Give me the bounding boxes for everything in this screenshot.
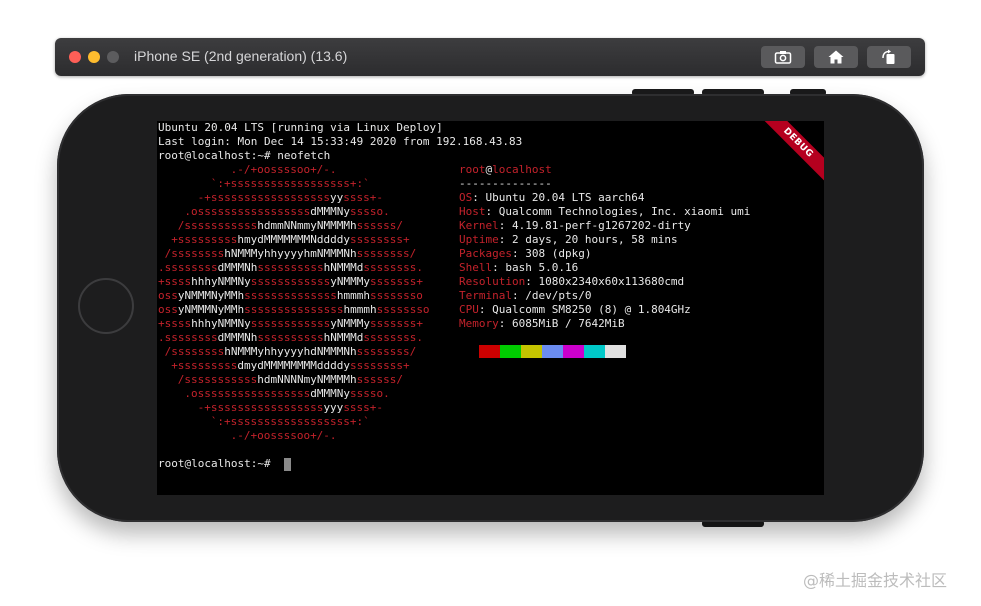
palette-swatch bbox=[563, 345, 584, 358]
info-key: Memory bbox=[459, 317, 499, 330]
ascii-logo-line: -+sssssssssssssssssyyyssss+- bbox=[197, 401, 384, 414]
info-value: 6085MiB / 7642MiB bbox=[512, 317, 625, 330]
ascii-logo-line: .osssssssssssssssssdMMMNysssso. bbox=[184, 387, 390, 400]
terminal-header-line: root@localhost:~# neofetch bbox=[158, 149, 331, 162]
palette-swatch bbox=[584, 345, 605, 358]
info-separator: -------------- bbox=[459, 177, 552, 190]
device-screen[interactable]: Ubuntu 20.04 LTS [running via Linux Depl… bbox=[157, 121, 824, 495]
ascii-logo-line: `:+ssssssssssssssssss+:` bbox=[210, 177, 370, 190]
ascii-logo-line: ossyNMMMNyMMhsssssssssssssshmmmhssssssso bbox=[158, 289, 423, 302]
info-value: 1080x2340x60x113680cmd bbox=[538, 275, 685, 288]
palette-swatch bbox=[500, 345, 521, 358]
ascii-logo-line: +sssshhhyNMMNyssssssssssssyNMMMysssssss+ bbox=[158, 275, 423, 288]
info-key: Packages bbox=[459, 247, 512, 260]
ascii-logo-line: .-/+oossssoo+/-. bbox=[230, 163, 337, 176]
home-button-toolbar[interactable] bbox=[814, 46, 858, 68]
screenshot-icon bbox=[774, 51, 792, 64]
info-row: CPU: Qualcomm SM8250 (8) @ 1.804GHz bbox=[459, 303, 691, 316]
palette-swatch bbox=[605, 345, 626, 358]
simulator-title-bar: iPhone SE (2nd generation) (13.6) bbox=[55, 38, 925, 76]
close-window-button[interactable] bbox=[69, 51, 81, 63]
ascii-logo-line: /sssssssshNMMMyhhyyyyhdNMMMNhssssssss/ bbox=[164, 345, 417, 358]
info-row: Shell: bash 5.0.16 bbox=[459, 261, 579, 274]
screenshot-button[interactable] bbox=[761, 46, 805, 68]
palette-swatch bbox=[542, 345, 563, 358]
info-value: Qualcomm Technologies, Inc. xiaomi umi bbox=[498, 205, 751, 218]
info-row: Packages: 308 (dpkg) bbox=[459, 247, 592, 260]
palette-swatch bbox=[521, 345, 542, 358]
minimize-window-button[interactable] bbox=[88, 51, 100, 63]
rotate-button[interactable] bbox=[867, 46, 911, 68]
info-row: Resolution: 1080x2340x60x113680cmd bbox=[459, 275, 685, 288]
terminal-prompt: root@localhost:~# bbox=[158, 457, 278, 470]
terminal-header-line: Ubuntu 20.04 LTS [running via Linux Depl… bbox=[158, 121, 443, 134]
zoom-window-button[interactable] bbox=[107, 51, 119, 63]
ascii-logo-line: .ssssssssdMMMNhsssssssssshNMMMdssssssss. bbox=[158, 261, 423, 274]
user-host: root@localhost bbox=[459, 163, 552, 176]
info-value: 2 days, 20 hours, 58 mins bbox=[512, 233, 678, 246]
info-key: Shell bbox=[459, 261, 493, 274]
ascii-logo-line: .ssssssssdMMMNhsssssssssshNMMMdssssssss. bbox=[158, 331, 423, 344]
info-row: Uptime: 2 days, 20 hours, 58 mins bbox=[459, 233, 678, 246]
home-icon bbox=[828, 50, 844, 64]
terminal[interactable]: Ubuntu 20.04 LTS [running via Linux Depl… bbox=[158, 121, 822, 495]
info-key: OS bbox=[459, 191, 473, 204]
ascii-logo-line: +sssssssssdmydMMMMMMMMddddyssssssss+ bbox=[171, 359, 410, 372]
ascii-logo-line: .osssssssssssssssssdMMMNysssso. bbox=[184, 205, 390, 218]
ascii-logo-line: `:+ssssssssssssssssss+:` bbox=[210, 415, 370, 428]
info-row: OS: Ubuntu 20.04 LTS aarch64 bbox=[459, 191, 645, 204]
palette-swatch bbox=[479, 345, 500, 358]
ascii-logo-line: ossyNMMMNyMMhssssssssssssssshmmmhsssssss… bbox=[158, 303, 430, 316]
info-key: Resolution bbox=[459, 275, 526, 288]
ascii-logo-line: /ssssssssssshdmmNNmmyNMMMMhssssss/ bbox=[177, 219, 403, 232]
info-row: Terminal: /dev/pts/0 bbox=[459, 289, 592, 302]
info-value: bash 5.0.16 bbox=[505, 261, 579, 274]
ascii-logo-line: +ssssssssshmydMMMMMMMNddddyssssssss+ bbox=[171, 233, 410, 246]
ascii-logo-line: .-/+oossssoo+/-. bbox=[230, 429, 337, 442]
info-key: Terminal bbox=[459, 289, 512, 302]
info-key: Uptime bbox=[459, 233, 499, 246]
terminal-header-line: Last login: Mon Dec 14 15:33:49 2020 fro… bbox=[158, 135, 523, 148]
info-key: CPU bbox=[459, 303, 479, 316]
rotate-icon bbox=[882, 49, 895, 64]
ascii-logo-line: +sssshhhyNMMNyssssssssssssyNMMMysssssss+ bbox=[158, 317, 423, 330]
ascii-logo-line: /ssssssssssshdmNNNNmyNMMMMhssssss/ bbox=[177, 373, 403, 386]
info-row: Kernel: 4.19.81-perf-g1267202-dirty bbox=[459, 219, 691, 232]
info-value: Ubuntu 20.04 LTS aarch64 bbox=[485, 191, 645, 204]
info-key: Host bbox=[459, 205, 486, 218]
info-value: 4.19.81-perf-g1267202-dirty bbox=[512, 219, 691, 232]
watermark: @稀土掘金技术社区 bbox=[803, 571, 948, 590]
simulator-title: iPhone SE (2nd generation) (13.6) bbox=[134, 48, 348, 64]
info-row: Host: Qualcomm Technologies, Inc. xiaomi… bbox=[459, 205, 751, 218]
info-row: Memory: 6085MiB / 7642MiB bbox=[459, 317, 625, 330]
info-value: 308 (dpkg) bbox=[525, 247, 592, 260]
ascii-logo-line: /sssssssshNMMMyhhyyyyhmNMMMNhssssssss/ bbox=[164, 247, 417, 260]
terminal-cursor bbox=[284, 458, 291, 471]
info-value: Qualcomm SM8250 (8) @ 1.804GHz bbox=[492, 303, 691, 316]
info-value: /dev/pts/0 bbox=[525, 289, 592, 302]
device-home-button[interactable] bbox=[78, 278, 134, 334]
ascii-logo-line: -+ssssssssssssssssssyyssss+- bbox=[197, 191, 384, 204]
info-key: Kernel bbox=[459, 219, 499, 232]
